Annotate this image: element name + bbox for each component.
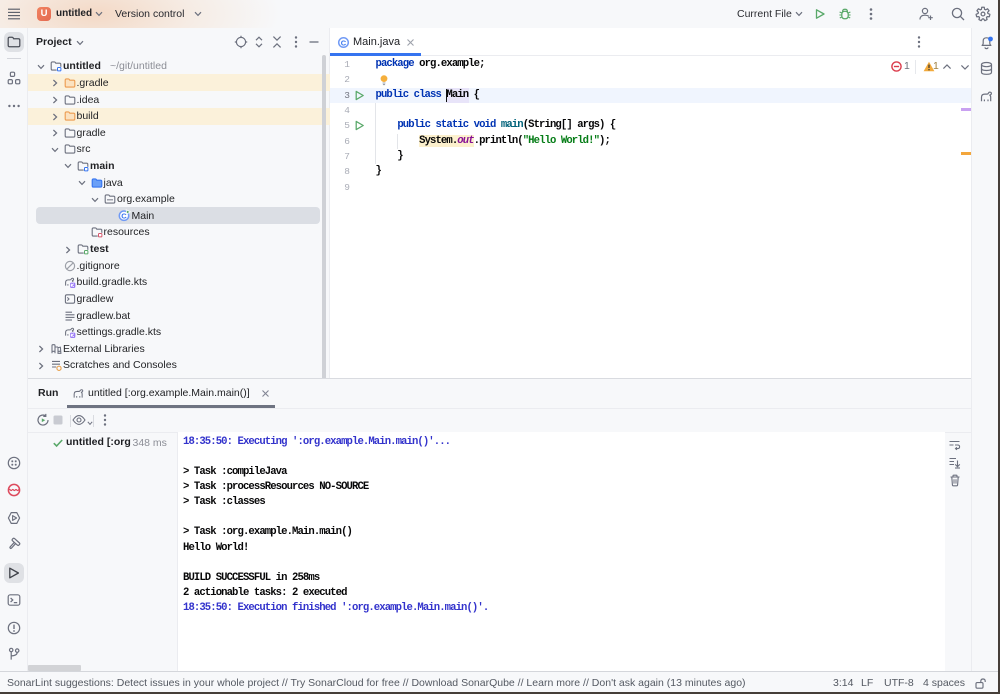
svg-text:C: C — [341, 38, 347, 47]
